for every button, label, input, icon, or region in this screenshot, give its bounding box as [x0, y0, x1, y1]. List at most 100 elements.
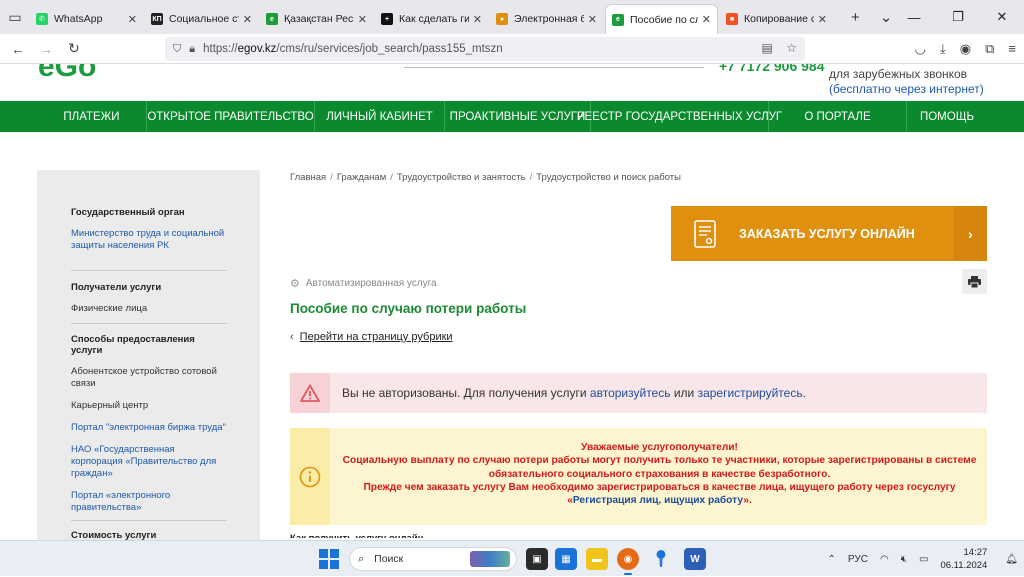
warning-line-3: Прежде чем заказать услугу Вам необходим… — [363, 481, 956, 493]
forward-arrow-icon[interactable]: → — [32, 41, 60, 57]
taskbar-search[interactable]: ⌕ Поиск — [349, 547, 517, 571]
gear-icon: ⚙ — [290, 278, 300, 290]
egov-icon: e — [612, 13, 624, 26]
register-link[interactable]: зарегистрируйтесь — [698, 386, 803, 400]
chevron-left-icon: ‹ — [290, 331, 294, 343]
browser-tab[interactable]: e Пособие по случ ✕ — [605, 4, 718, 34]
url-path: /cms/ru/services/job_search/pass155_mtsz… — [276, 43, 503, 55]
main-menu-item[interactable]: ОТКРЫТОЕ ПРАВИТЕЛЬСТВО — [147, 101, 315, 132]
reader-view-icon[interactable]: ▤ — [762, 41, 773, 55]
close-tab-icon[interactable]: ✕ — [702, 13, 711, 26]
tab-list: ✆ WhatsApp ✕ КП Социальное стр ✕ e Қазақстан Ре… — [30, 0, 835, 34]
print-button[interactable] — [962, 269, 987, 294]
bookmark-star-icon[interactable]: ☆ — [786, 41, 797, 55]
breadcrumb-item[interactable]: Главная — [290, 172, 326, 183]
gov-body-link[interactable]: Министерство труда и социальной защиты н… — [71, 228, 227, 252]
tab-label: Социальное стр — [169, 13, 239, 25]
breadcrumb-item[interactable]: Трудоустройство и занятость — [397, 172, 526, 183]
login-link[interactable]: авторизуйтесь — [590, 386, 671, 400]
kp-site-icon: КП — [151, 13, 163, 25]
phone-note-free[interactable]: (бесплатно через интернет) — [829, 82, 984, 96]
document-icon — [671, 206, 739, 261]
methods-title: Способы предоставления услуги — [71, 334, 195, 356]
close-tab-icon[interactable]: ✕ — [358, 13, 367, 26]
main-menu-item[interactable]: ПРОАКТИВНЫЕ УСЛУГИ — [445, 101, 591, 132]
main-menu-item[interactable]: ПЛАТЕЖИ — [37, 101, 147, 132]
close-tab-icon[interactable]: ✕ — [128, 13, 137, 26]
browser-tab[interactable]: ✆ WhatsApp ✕ — [30, 4, 143, 34]
service-type-label: Автоматизированная услуга — [305, 278, 437, 289]
close-tab-icon[interactable]: ✕ — [588, 13, 597, 26]
account-icon[interactable]: ◉ — [960, 41, 971, 57]
file-explorer-icon[interactable]: ▬ — [586, 548, 608, 570]
firefox-icon[interactable]: ◉ — [617, 548, 639, 575]
wifi-icon[interactable]: ◠ — [880, 554, 889, 565]
main-menu-item[interactable]: ПОМОЩЬ — [907, 101, 987, 132]
browser-tab[interactable]: КП Социальное стр ✕ — [145, 4, 258, 34]
browser-tab[interactable]: e Қазақстан Респу ✕ — [260, 4, 373, 34]
minimize-icon[interactable]: — — [892, 0, 936, 34]
volume-muted-icon[interactable]: 🔇︎ — [901, 554, 907, 565]
back-link-label: Перейти на страницу рубрики — [299, 331, 453, 343]
reload-icon[interactable]: ↻ — [60, 40, 88, 57]
clock[interactable]: 14:27 06.11.2024 — [940, 546, 987, 572]
microsoft-store-icon[interactable]: ▦ — [555, 548, 577, 570]
site-search-input[interactable] — [404, 64, 704, 68]
service-sidebar: Государственный орган Министерство труда… — [37, 170, 260, 541]
lock-icon[interactable]: 🔒︎ — [189, 43, 195, 56]
maps-pin-icon[interactable]: 📍︎ — [650, 548, 672, 570]
main-menu-item[interactable]: ЛИЧНЫЙ КАБИНЕТ — [315, 101, 445, 132]
page-title: Пособие по случаю потери работы — [290, 301, 527, 316]
egov-logo[interactable]: eGo — [38, 64, 96, 84]
close-window-icon[interactable]: ✕ — [980, 0, 1024, 34]
breadcrumb-item[interactable]: Трудоустройство и поиск работы — [536, 172, 681, 183]
word-icon[interactable]: W — [684, 548, 706, 570]
delivery-method-item[interactable]: НАО «Государственная корпорация «Правите… — [71, 444, 227, 480]
back-arrow-icon[interactable]: ← — [4, 41, 32, 57]
language-indicator[interactable]: РУС — [848, 554, 868, 565]
job-seeker-registration-link[interactable]: Регистрация лиц, ищущих работу — [573, 495, 743, 506]
close-tab-icon[interactable]: ✕ — [818, 13, 827, 26]
download-icon[interactable]: ⤓ — [940, 41, 946, 57]
warning-notice: Уважаемые услугополучатели! Социальную в… — [290, 428, 987, 525]
back-to-category-link[interactable]: ‹ Перейти на страницу рубрики — [290, 331, 453, 343]
battery-icon[interactable]: ▭ — [919, 554, 928, 565]
pocket-icon[interactable]: ◡ — [915, 41, 926, 57]
url-host: egov.kz — [237, 43, 277, 55]
task-view-icon[interactable]: ▣ — [526, 548, 548, 570]
address-bar-actions: ▤ ☆ — [752, 41, 797, 55]
egov-icon: e — [266, 13, 278, 25]
browser-tab[interactable]: + Как сделать гипе ✕ — [375, 4, 488, 34]
browser-tab[interactable]: ■ Копирование со ✕ — [720, 4, 833, 34]
address-bar[interactable]: ⛉ 🔒︎ https://egov.kz/cms/ru/services/job… — [165, 37, 805, 61]
breadcrumb: Главная / Гражданам / Трудоустройство и заня… — [290, 172, 681, 183]
extensions-icon[interactable]: ⧉ — [985, 41, 994, 57]
support-phone[interactable]: +7 7172 906 984 — [719, 64, 825, 74]
breadcrumb-item[interactable]: Гражданам — [337, 172, 386, 183]
chevron-up-icon[interactable]: ⌃ — [828, 554, 836, 565]
chevron-down-icon[interactable]: ⌄ — [880, 8, 893, 26]
main-menu-item[interactable]: О ПОРТАЛЕ — [769, 101, 907, 132]
tab-label: Қазақстан Респу — [284, 13, 354, 25]
service-type: ⚙ Автоматизированная услуга — [290, 277, 437, 290]
delivery-method-item[interactable]: Портал "электронная биржа труда" — [71, 422, 227, 434]
main-menu: ПЛАТЕЖИ ОТКРЫТОЕ ПРАВИТЕЛЬСТВО ЛИЧНЫЙ КАБИ… — [0, 101, 1024, 132]
close-tab-icon[interactable]: ✕ — [243, 13, 252, 26]
clock-time: 14:27 — [963, 547, 988, 558]
close-tab-icon[interactable]: ✕ — [473, 13, 482, 26]
new-tab-icon[interactable]: + — [851, 9, 860, 26]
tab-list-icon[interactable]: ▭ — [0, 0, 30, 34]
main-menu-item[interactable]: РЕЕСТР ГОСУДАРСТВЕННЫХ УСЛУГ — [577, 101, 782, 132]
order-service-button[interactable]: ЗАКАЗАТЬ УСЛУГУ ОНЛАЙН › — [671, 206, 987, 261]
gov-body-title: Государственный орган — [71, 207, 185, 218]
menu-icon[interactable]: ≡ — [1008, 41, 1016, 57]
shield-icon[interactable]: ⛉ — [173, 43, 181, 56]
windows-start-icon[interactable] — [319, 549, 339, 569]
delivery-method-item[interactable]: Портал «электронного правительства» — [71, 490, 227, 514]
divider — [71, 270, 227, 271]
taskbar-search-placeholder: Поиск — [374, 553, 404, 565]
browser-tab[interactable]: ● Электронная биж ✕ — [490, 4, 603, 34]
notification-bell-icon[interactable]: 🔔︎ — [1005, 554, 1018, 565]
delivery-method-item: Абонентское устройство сотовой связи — [71, 366, 217, 389]
restore-icon[interactable]: ❐ — [936, 0, 980, 34]
